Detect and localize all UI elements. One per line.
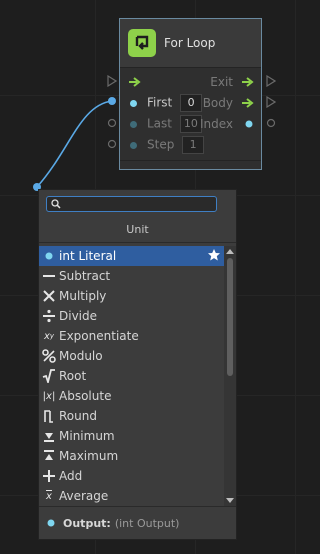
control-row: Exit <box>120 72 261 92</box>
for-loop-node[interactable]: For Loop Exit First 0 Body Last 10 Index <box>119 18 262 170</box>
percent-icon <box>42 349 56 363</box>
footer-label: Output: <box>63 516 111 530</box>
fuzzy-finder-panel: Unit int Literal Subtract Multiply Divid… <box>38 189 237 540</box>
list-item-multiply[interactable]: Multiply <box>39 286 225 306</box>
item-label: Root <box>59 369 87 383</box>
external-value-port-icon[interactable] <box>107 139 117 149</box>
list-item-int-literal[interactable]: int Literal <box>39 246 225 266</box>
first-row: First 0 Body <box>120 93 261 113</box>
external-value-port-icon[interactable] <box>107 118 117 128</box>
star-icon[interactable] <box>207 248 221 262</box>
item-label: Divide <box>59 309 98 323</box>
first-value-field[interactable]: 0 <box>180 94 203 112</box>
step-row: Step 1 <box>120 135 261 155</box>
search-field[interactable] <box>46 196 217 212</box>
list-item-add[interactable]: Add <box>39 466 225 486</box>
finder-footer: Output: (int Output) <box>39 506 236 539</box>
node-footer <box>120 160 261 171</box>
list-item-absolute[interactable]: |x| Absolute <box>39 386 225 406</box>
step-value-field[interactable]: 1 <box>182 136 205 154</box>
item-label: Round <box>59 409 97 423</box>
external-output-port-icon[interactable] <box>266 96 276 108</box>
loop-icon <box>128 29 156 57</box>
list-item-round[interactable]: Round <box>39 406 225 426</box>
external-output-port-icon[interactable] <box>266 75 276 87</box>
first-label: First <box>147 95 173 110</box>
dot-icon <box>42 249 56 263</box>
item-label: Modulo <box>59 349 103 363</box>
multiply-icon <box>42 289 56 303</box>
last-row: Last 10 Index <box>120 114 261 134</box>
item-label: Exponentiate <box>59 329 139 343</box>
item-label: Add <box>59 469 83 483</box>
plus-icon <box>42 469 56 483</box>
list-item-modulo[interactable]: Modulo <box>39 346 225 366</box>
list-item-divide[interactable]: Divide <box>39 306 225 326</box>
minus-icon <box>42 269 56 283</box>
exit-arrow-icon[interactable] <box>241 76 255 88</box>
finder-title: Unit <box>39 218 236 243</box>
index-port-icon[interactable] <box>245 120 253 128</box>
node-body: Exit First 0 Body Last 10 Index Step 1 <box>120 68 261 171</box>
search-icon <box>51 199 61 209</box>
item-label: Average <box>59 489 109 503</box>
step-port-icon[interactable] <box>130 141 137 149</box>
item-label: Multiply <box>59 289 107 303</box>
body-label: Body <box>202 96 233 110</box>
scrollbar-thumb[interactable] <box>227 258 233 376</box>
list-item-average[interactable]: x Average <box>39 486 225 506</box>
scroll-up-icon[interactable] <box>226 248 234 254</box>
node-header[interactable]: For Loop <box>120 19 261 68</box>
external-output-port-icon[interactable] <box>266 118 276 128</box>
item-label: Subtract <box>59 269 111 283</box>
average-icon: x <box>46 490 52 502</box>
step-label: Step <box>147 137 175 152</box>
item-label: Minimum <box>59 429 115 443</box>
scroll-down-icon[interactable] <box>226 498 234 504</box>
item-label: Maximum <box>59 449 119 463</box>
first-port-icon[interactable] <box>130 99 137 107</box>
list-scrollbar[interactable] <box>224 246 236 506</box>
sqrt-icon <box>42 369 56 383</box>
list-item-minimum[interactable]: Minimum <box>39 426 225 446</box>
list-item-subtract[interactable]: Subtract <box>39 266 225 286</box>
last-value-field[interactable]: 10 <box>179 115 202 133</box>
list-item-maximum[interactable]: Maximum <box>39 446 225 466</box>
minimum-icon <box>42 429 56 443</box>
list-item-root[interactable]: Root <box>39 366 225 386</box>
unit-list: int Literal Subtract Multiply Divide xy … <box>39 246 225 506</box>
enter-arrow-icon[interactable] <box>128 76 142 88</box>
external-control-port-icon[interactable] <box>107 75 117 87</box>
search-input[interactable] <box>61 197 211 211</box>
item-label: int Literal <box>59 249 117 263</box>
absolute-icon: |x| <box>42 390 56 402</box>
exit-label: Exit <box>210 75 233 89</box>
round-icon <box>42 409 56 423</box>
last-port-icon[interactable] <box>130 120 137 128</box>
divide-icon <box>42 309 56 323</box>
item-label: Absolute <box>59 389 112 403</box>
node-title: For Loop <box>164 36 216 50</box>
footer-type: (int Output) <box>114 516 180 530</box>
body-arrow-icon[interactable] <box>241 97 255 109</box>
maximum-icon <box>42 449 56 463</box>
index-label: Index <box>199 117 233 131</box>
last-label: Last <box>147 116 172 131</box>
list-item-exponentiate[interactable]: xy Exponentiate <box>39 326 225 346</box>
exponent-icon: xy <box>43 330 55 342</box>
output-port-icon <box>47 519 55 527</box>
